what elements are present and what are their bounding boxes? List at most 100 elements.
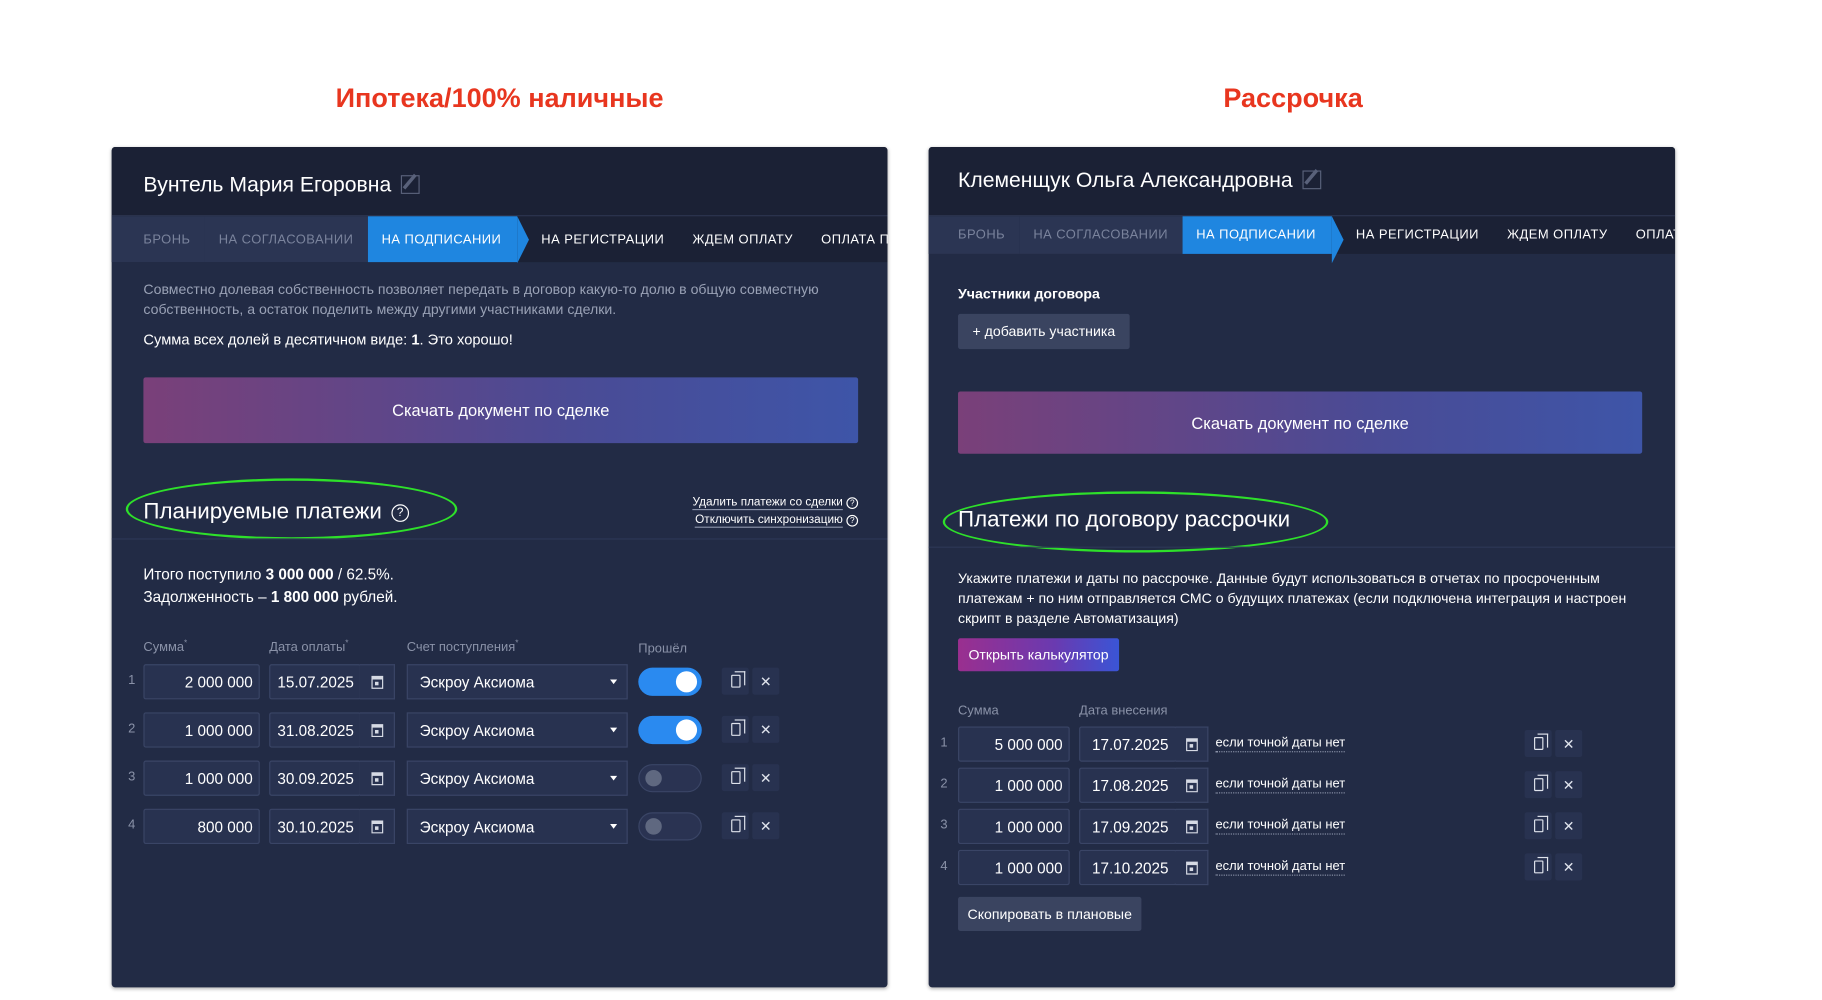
- delete-button[interactable]: ✕: [1555, 729, 1583, 758]
- sum-input[interactable]: 1 000 000: [958, 808, 1070, 845]
- date-input[interactable]: 30.10.2025: [269, 808, 361, 845]
- section-title: Платежи по договору рассрочки: [958, 507, 1291, 533]
- column-passed: Прошёл: [638, 641, 688, 656]
- passed-toggle[interactable]: [638, 667, 702, 696]
- row-number: 1: [128, 673, 136, 688]
- delete-button[interactable]: ✕: [1555, 812, 1583, 840]
- calendar-button[interactable]: [359, 664, 395, 700]
- calendar-button[interactable]: [1175, 849, 1209, 886]
- account-select[interactable]: Эскроу Аксиома: [406, 760, 628, 796]
- delete-button[interactable]: ✕: [752, 764, 780, 792]
- download-document-button[interactable]: Скачать документ по сделке: [958, 391, 1643, 454]
- date-input[interactable]: 17.07.2025: [1079, 726, 1177, 762]
- help-icon[interactable]: ?: [846, 497, 859, 509]
- help-icon[interactable]: ?: [391, 504, 409, 522]
- tab-oplata[interactable]: ОПЛАТА ПОЛУ: [807, 216, 887, 262]
- date-input[interactable]: 17.09.2025: [1079, 808, 1177, 845]
- close-icon: ✕: [759, 817, 772, 835]
- sum-input[interactable]: 1 000 000: [143, 712, 260, 748]
- calendar-button[interactable]: [1175, 726, 1209, 762]
- passed-toggle[interactable]: [638, 812, 702, 841]
- duplicate-button[interactable]: [721, 764, 749, 792]
- tab-zhdem-oplatu[interactable]: ЖДЕМ ОПЛАТУ: [678, 216, 807, 262]
- sum-input[interactable]: 2 000 000: [143, 664, 260, 700]
- calendar-button[interactable]: [359, 760, 395, 796]
- tab-registratsiya[interactable]: НА РЕГИСТРАЦИИ: [518, 216, 679, 262]
- row-number: 2: [940, 777, 948, 792]
- caption-installment: Рассрочка: [1223, 82, 1363, 113]
- payment-summary: Итого поступило 3 000 000 / 62.5%. Задол…: [143, 563, 397, 608]
- edit-icon[interactable]: [1302, 170, 1321, 190]
- date-input[interactable]: 17.08.2025: [1079, 767, 1177, 803]
- add-participant-button[interactable]: + добавить участника: [958, 313, 1130, 350]
- calendar-button[interactable]: [1175, 767, 1209, 803]
- tab-bron[interactable]: БРОНЬ: [928, 216, 1020, 254]
- row-number: 4: [940, 859, 948, 874]
- duplicate-button[interactable]: [1524, 771, 1552, 799]
- tab-oplata[interactable]: ОПЛАТА ПОЛУ: [1622, 216, 1675, 254]
- duplicate-button[interactable]: [1524, 812, 1552, 840]
- delete-payments-link[interactable]: Удалить платежи со сделки: [692, 496, 843, 511]
- sum-input[interactable]: 5 000 000: [958, 726, 1070, 762]
- tab-soglasovanie[interactable]: НА СОГЛАСОВАНИИ: [1019, 216, 1183, 254]
- close-icon: ✕: [1562, 776, 1575, 793]
- date-input[interactable]: 31.08.2025: [269, 712, 361, 748]
- no-exact-date-link[interactable]: если точной даты нет: [1215, 817, 1346, 835]
- date-input[interactable]: 30.09.2025: [269, 760, 361, 796]
- sum-input[interactable]: 1 000 000: [958, 767, 1070, 803]
- open-calculator-button[interactable]: Открыть калькулятор: [958, 638, 1120, 672]
- calendar-icon: [370, 771, 383, 785]
- account-value: Эскроу Аксиома: [419, 672, 535, 691]
- chevron-down-icon: [610, 824, 618, 829]
- row-number: 3: [940, 818, 948, 833]
- copy-icon: [1533, 774, 1548, 792]
- download-document-button[interactable]: Скачать документ по сделке: [143, 377, 859, 444]
- duplicate-button[interactable]: [1524, 729, 1552, 758]
- passed-toggle[interactable]: [638, 764, 702, 793]
- delete-button[interactable]: ✕: [1555, 771, 1583, 799]
- duplicate-button[interactable]: [721, 667, 749, 695]
- duplicate-button[interactable]: [1524, 853, 1552, 881]
- sum-input[interactable]: 800 000: [143, 808, 260, 845]
- tab-podpisanie[interactable]: НА ПОДПИСАНИИ: [1182, 216, 1344, 264]
- duplicate-button[interactable]: [721, 715, 749, 743]
- calendar-button[interactable]: [359, 712, 395, 748]
- help-icon[interactable]: ?: [846, 514, 859, 527]
- copy-icon: [730, 671, 745, 688]
- tab-zhdem-oplatu[interactable]: ЖДЕМ ОПЛАТУ: [1493, 216, 1622, 254]
- date-input[interactable]: 17.10.2025: [1079, 849, 1177, 886]
- delete-button[interactable]: ✕: [752, 667, 780, 695]
- tab-soglasovanie[interactable]: НА СОГЛАСОВАНИИ: [204, 216, 368, 263]
- column-sum: Сумма: [958, 704, 999, 719]
- calendar-button[interactable]: [359, 808, 395, 845]
- passed-toggle[interactable]: [638, 715, 702, 745]
- account-select[interactable]: Эскроу Аксиома: [406, 808, 628, 845]
- close-icon: ✕: [1562, 735, 1575, 752]
- deal-panel-installment: Клеменщук Ольга Александровна БРОНЬ НА С…: [928, 146, 1676, 988]
- account-select[interactable]: Эскроу Аксиома: [406, 664, 628, 700]
- sum-input[interactable]: 1 000 000: [958, 849, 1070, 886]
- no-exact-date-link[interactable]: если точной даты нет: [1215, 858, 1346, 876]
- no-exact-date-link[interactable]: если точной даты нет: [1215, 776, 1346, 794]
- tab-registratsiya[interactable]: НА РЕГИСТРАЦИИ: [1332, 216, 1493, 254]
- calendar-button[interactable]: [1175, 808, 1209, 845]
- delete-button[interactable]: ✕: [752, 715, 780, 743]
- total-value: 3 000 000: [265, 565, 334, 584]
- section-title: Планируемые платежи?: [143, 500, 409, 526]
- chevron-down-icon: [610, 775, 618, 781]
- tab-podpisanie[interactable]: НА ПОДПИСАНИИ: [367, 216, 530, 264]
- copy-to-planned-button[interactable]: Скопировать в плановые: [958, 896, 1142, 931]
- divider: [928, 546, 1676, 548]
- duplicate-button[interactable]: [721, 812, 749, 840]
- copy-icon: [1533, 733, 1548, 750]
- tab-bron[interactable]: БРОНЬ: [111, 216, 205, 263]
- disable-sync-link[interactable]: Отключить синхронизацию: [695, 513, 843, 528]
- edit-icon[interactable]: [400, 175, 420, 194]
- no-exact-date-link[interactable]: если точной даты нет: [1215, 735, 1346, 753]
- date-input[interactable]: 15.07.2025: [269, 664, 361, 700]
- account-select[interactable]: Эскроу Аксиома: [406, 712, 628, 748]
- delete-button[interactable]: ✕: [1555, 853, 1583, 881]
- row-number: 3: [128, 769, 136, 785]
- delete-button[interactable]: ✕: [752, 812, 780, 840]
- sum-input[interactable]: 1 000 000: [143, 760, 260, 796]
